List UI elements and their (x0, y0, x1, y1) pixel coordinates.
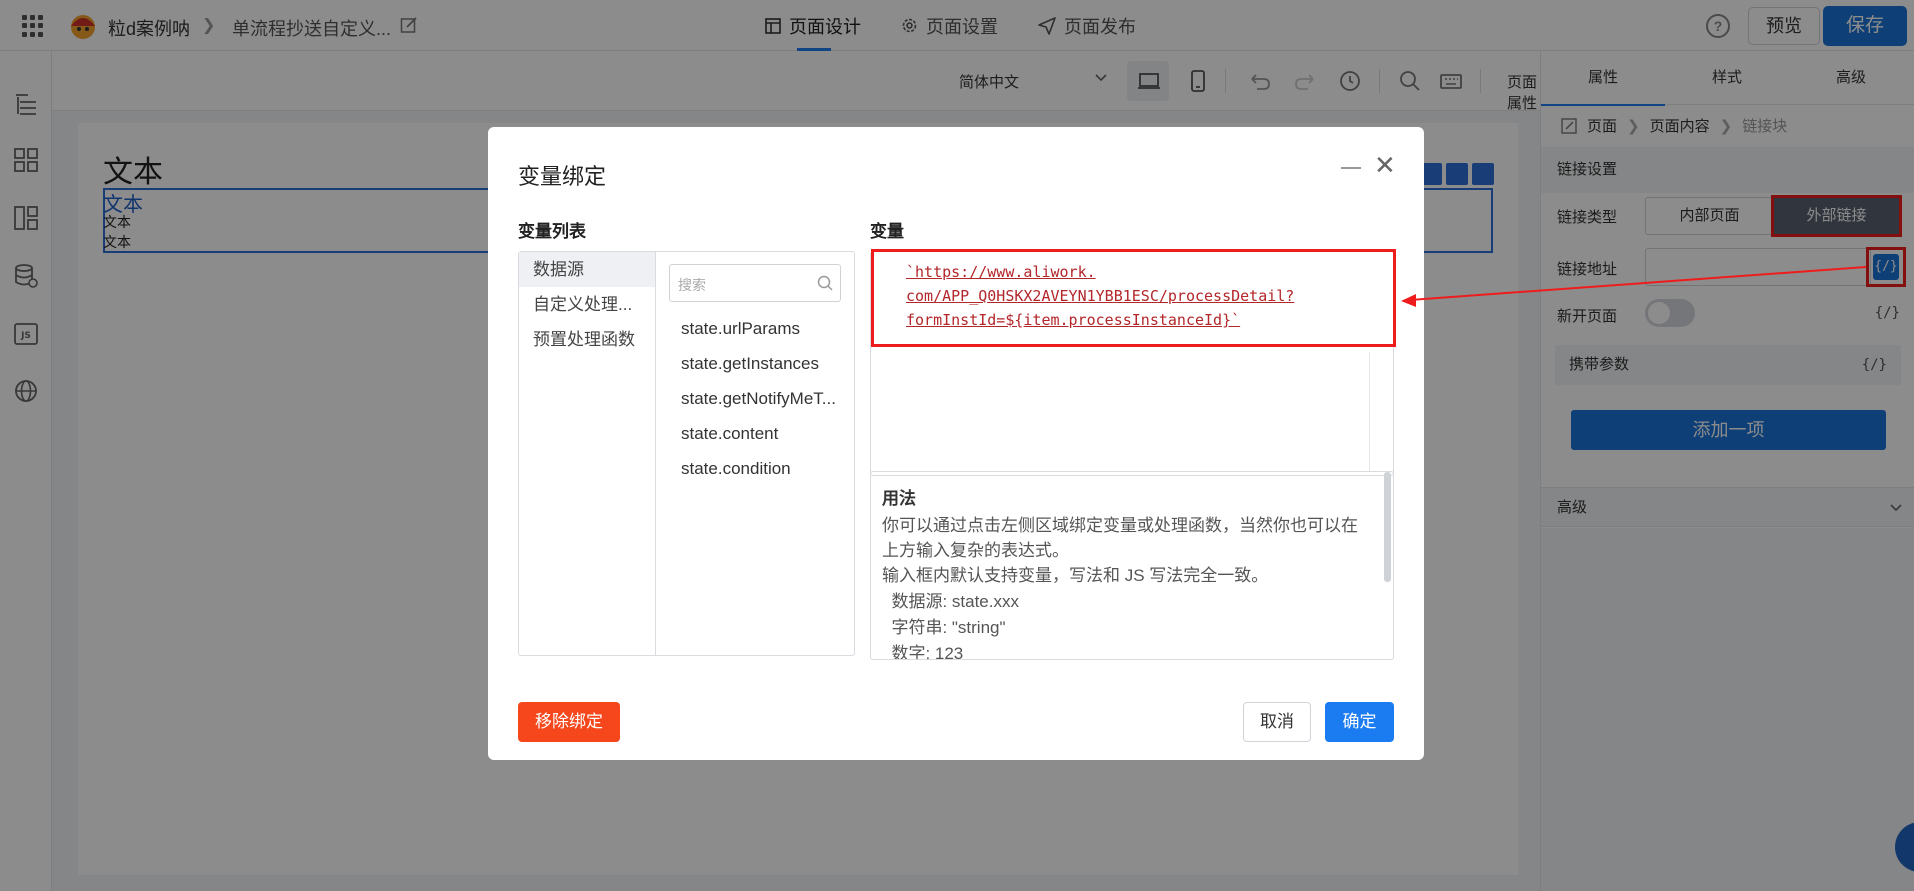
search-icon (817, 275, 833, 291)
usage-title: 用法 (882, 489, 916, 508)
usage-scrollbar[interactable] (1384, 472, 1391, 582)
usage-line: 你可以通过点击左侧区域绑定变量或处理函数，当然你也可以在 (882, 516, 1358, 535)
variable-label: 变量 (870, 222, 904, 241)
usage-line: 字符串: "string" (882, 618, 1006, 637)
variable-item[interactable]: state.condition (681, 459, 851, 479)
category-list: 数据源 自定义处理... 预置处理函数 (519, 252, 656, 655)
usage-line: 数据源: state.xxx (882, 592, 1019, 611)
variable-item[interactable]: state.content (681, 424, 851, 444)
minimize-icon[interactable] (1341, 167, 1361, 169)
search-placeholder: 搜索 (678, 277, 706, 293)
dialog-title: 变量绑定 (518, 164, 607, 189)
variable-list-panel: 数据源 自定义处理... 预置处理函数 搜索 state.urlParams s… (518, 251, 855, 656)
usage-line: 输入框内默认支持变量，写法和 JS 写法完全一致。 (882, 566, 1269, 585)
category-preset-functions[interactable]: 预置处理函数 (519, 322, 655, 357)
usage-line: 数字: 123 (882, 644, 964, 660)
category-datasource[interactable]: 数据源 (519, 252, 655, 287)
confirm-button[interactable]: 确定 (1325, 702, 1394, 742)
usage-help-panel: 用法 你可以通过点击左侧区域绑定变量或处理函数，当然你也可以在 上方输入复杂的表… (870, 471, 1394, 660)
close-icon[interactable]: ✕ (1374, 152, 1396, 178)
variable-search-input[interactable]: 搜索 (669, 264, 841, 302)
editor-scrollbar[interactable] (1369, 352, 1389, 472)
variable-list-label: 变量列表 (518, 222, 586, 241)
cancel-button[interactable]: 取消 (1243, 702, 1311, 742)
category-custom-handler[interactable]: 自定义处理... (519, 287, 655, 322)
variable-item[interactable]: state.getNotifyMeT... (681, 389, 851, 409)
remove-binding-button[interactable]: 移除绑定 (518, 702, 620, 742)
variable-binding-dialog: 变量绑定 ✕ 变量列表 变量 数据源 自定义处理... 预置处理函数 搜索 st… (488, 127, 1424, 760)
variable-item[interactable]: state.getInstances (681, 354, 851, 374)
variable-item[interactable]: state.urlParams (681, 319, 851, 339)
usage-line: 上方输入复杂的表达式。 (882, 541, 1069, 560)
annotation-highlight-box (871, 249, 1396, 347)
